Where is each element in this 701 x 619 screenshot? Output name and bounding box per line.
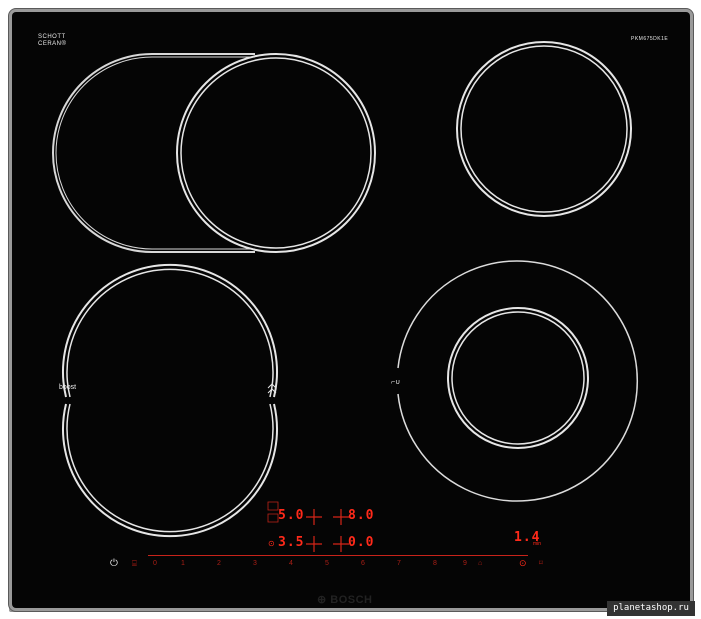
rear-right-zone [456, 41, 632, 217]
display-rear-right: 8.0 [348, 508, 375, 523]
watermark: planetashop.ru [607, 601, 695, 616]
front-right-inner-zone [447, 307, 589, 449]
power-icon[interactable]: ⏻ [110, 558, 118, 569]
boost-label: boost [59, 384, 77, 391]
memory-icon[interactable]: ⌑ [539, 559, 543, 567]
rear-left-zone [176, 53, 376, 253]
slider-level-4[interactable]: 4 [285, 560, 297, 567]
timer-icon[interactable]: ⊙ [268, 539, 275, 548]
bosch-logo: ⊕ BOSCH [317, 594, 373, 606]
slider-level-8[interactable]: 8 [429, 560, 441, 567]
slider-level-0[interactable]: 0 [149, 560, 161, 567]
slider-level-9[interactable]: 9 [459, 560, 471, 567]
slider-level-1[interactable]: 1 [177, 560, 189, 567]
front-left-zone [62, 263, 278, 538]
wipe-protect-icon[interactable]: ⌂ [478, 560, 482, 567]
slider-level-6[interactable]: 6 [357, 560, 369, 567]
slider-level-5[interactable]: 5 [321, 560, 333, 567]
timer-unit: min [533, 541, 542, 547]
slider-level-3[interactable]: 3 [249, 560, 261, 567]
display-rear-left: 5.0 [278, 508, 305, 523]
front-right-outer-zone [397, 260, 639, 502]
cooktop-glass: SCHOTT CERAN® PKM675DK1E boost ⌐∪ 5.0 8.… [12, 12, 690, 608]
display-front-left: 3.5 [278, 535, 305, 550]
control-crosshairs [306, 509, 349, 552]
lock-icon[interactable]: ⌸ [132, 559, 137, 569]
display-front-right: 0.0 [348, 535, 375, 550]
slider-level-7[interactable]: 7 [393, 560, 405, 567]
dual-zone-symbol: ⌐∪ [391, 379, 401, 386]
power-slider-track[interactable] [148, 555, 528, 556]
rear-left-extended-zone [52, 53, 255, 253]
slider-level-2[interactable]: 2 [213, 560, 225, 567]
timer-button-icon[interactable]: ⊙ [519, 558, 527, 569]
